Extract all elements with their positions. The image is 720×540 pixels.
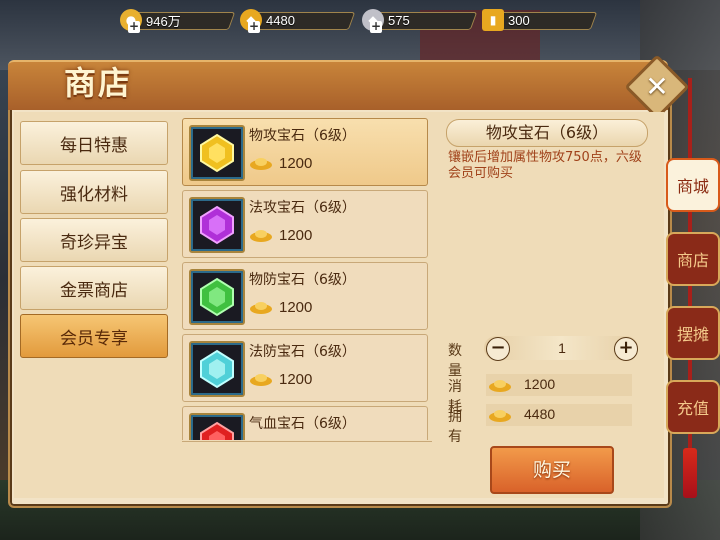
gold-ticket-icon: ▮ [482,9,504,31]
tab-recharge[interactable]: 充值 [666,380,720,434]
resource-gold-ticket[interactable]: ▮ 300 [482,9,598,31]
gem-cyan-icon [189,341,245,397]
category-label: 会员专享 [60,328,128,349]
category-daily-deals[interactable]: 每日特惠 [20,121,168,165]
category-label: 奇珍异宝 [60,232,128,253]
tab-label: 商城 [676,177,709,196]
buy-button[interactable]: 购买 [490,446,614,494]
quantity-value[interactable]: 1 [540,340,584,356]
own-field: 4480 [486,404,632,426]
category-enhance-materials[interactable]: 强化材料 [20,170,168,214]
item-name: 物攻宝石（6级） [249,128,356,144]
add-icon[interactable]: + [128,20,140,33]
item-price: 1200 [279,371,313,388]
category-label: 金票商店 [60,280,128,301]
gem-green-icon [189,269,245,325]
resource-value: 4480 [266,12,295,28]
list-item[interactable]: 物攻宝石（6级） 1200 [182,118,428,186]
gem-purple-icon [189,197,245,253]
list-item[interactable]: 法攻宝石（6级） 1200 [182,190,428,258]
list-item[interactable]: 物防宝石（6级） 1200 [182,262,428,330]
cost-field: 1200 [486,374,632,396]
divider [182,441,432,442]
category-rare-treasures[interactable]: 奇珍异宝 [20,218,168,262]
own-value: 4480 [524,406,556,422]
resource-value: 300 [508,12,530,28]
resource-value: 946万 [146,13,181,29]
tab-label: 充值 [676,399,709,418]
item-price: 1200 [279,155,313,172]
list-item[interactable]: 法防宝石（6级） 1200 [182,334,428,402]
item-price: 1200 [279,227,313,244]
category-vip-exclusive[interactable]: 会员专享 [20,314,168,358]
list-item[interactable]: 气血宝石（6级） [182,406,428,440]
cost-value: 1200 [524,376,556,392]
resource-value: 575 [388,12,410,28]
resource-gold-ingot[interactable]: ◆ + 4480 [240,9,356,33]
add-icon[interactable]: + [370,20,382,33]
gem-red-icon [189,413,245,440]
detail-description: 镶嵌后增加属性物攻750点，六级会员可购买 [448,150,642,181]
category-label: 强化材料 [60,184,128,205]
item-list[interactable]: 物攻宝石（6级） 1200 法攻宝石（6级） 1200 物防宝石（6级） 120… [182,118,428,440]
tassel-decoration [683,448,697,498]
gold-ingot-icon [250,374,272,386]
gold-ingot-icon [489,380,511,392]
gold-ingot-icon [250,158,272,170]
item-name: 气血宝石（6级） [249,416,356,432]
tab-mall[interactable]: 商城 [666,158,720,212]
gold-ingot-icon [250,302,272,314]
quantity-label: 数量 [448,343,462,379]
category-label: 每日特惠 [60,135,128,156]
tab-shop[interactable]: 商店 [666,232,720,286]
own-label: 拥有 [448,409,462,445]
item-name: 法攻宝石（6级） [249,200,356,216]
item-name: 物防宝石（6级） [249,272,356,288]
tab-label: 摆摊 [676,325,709,344]
item-price: 1200 [279,299,313,316]
page-title: 商店 [64,64,133,102]
gold-ingot-icon [489,410,511,422]
minus-button[interactable]: − [486,337,510,361]
close-icon: ✕ [645,70,669,103]
tab-stall[interactable]: 摆摊 [666,306,720,360]
item-name: 法防宝石（6级） [249,344,356,360]
resource-silver-ingot[interactable]: ◆ + 575 [362,9,478,33]
plus-button[interactable]: + [614,337,638,361]
tab-label: 商店 [676,251,709,270]
gold-ingot-icon [250,230,272,242]
category-gold-ticket-shop[interactable]: 金票商店 [20,266,168,310]
resource-gold-coin[interactable]: ● + 946万 [120,9,236,33]
detail-title: 物攻宝石（6级） [446,119,648,147]
add-icon[interactable]: + [248,20,260,33]
gem-yellow-icon [189,125,245,181]
